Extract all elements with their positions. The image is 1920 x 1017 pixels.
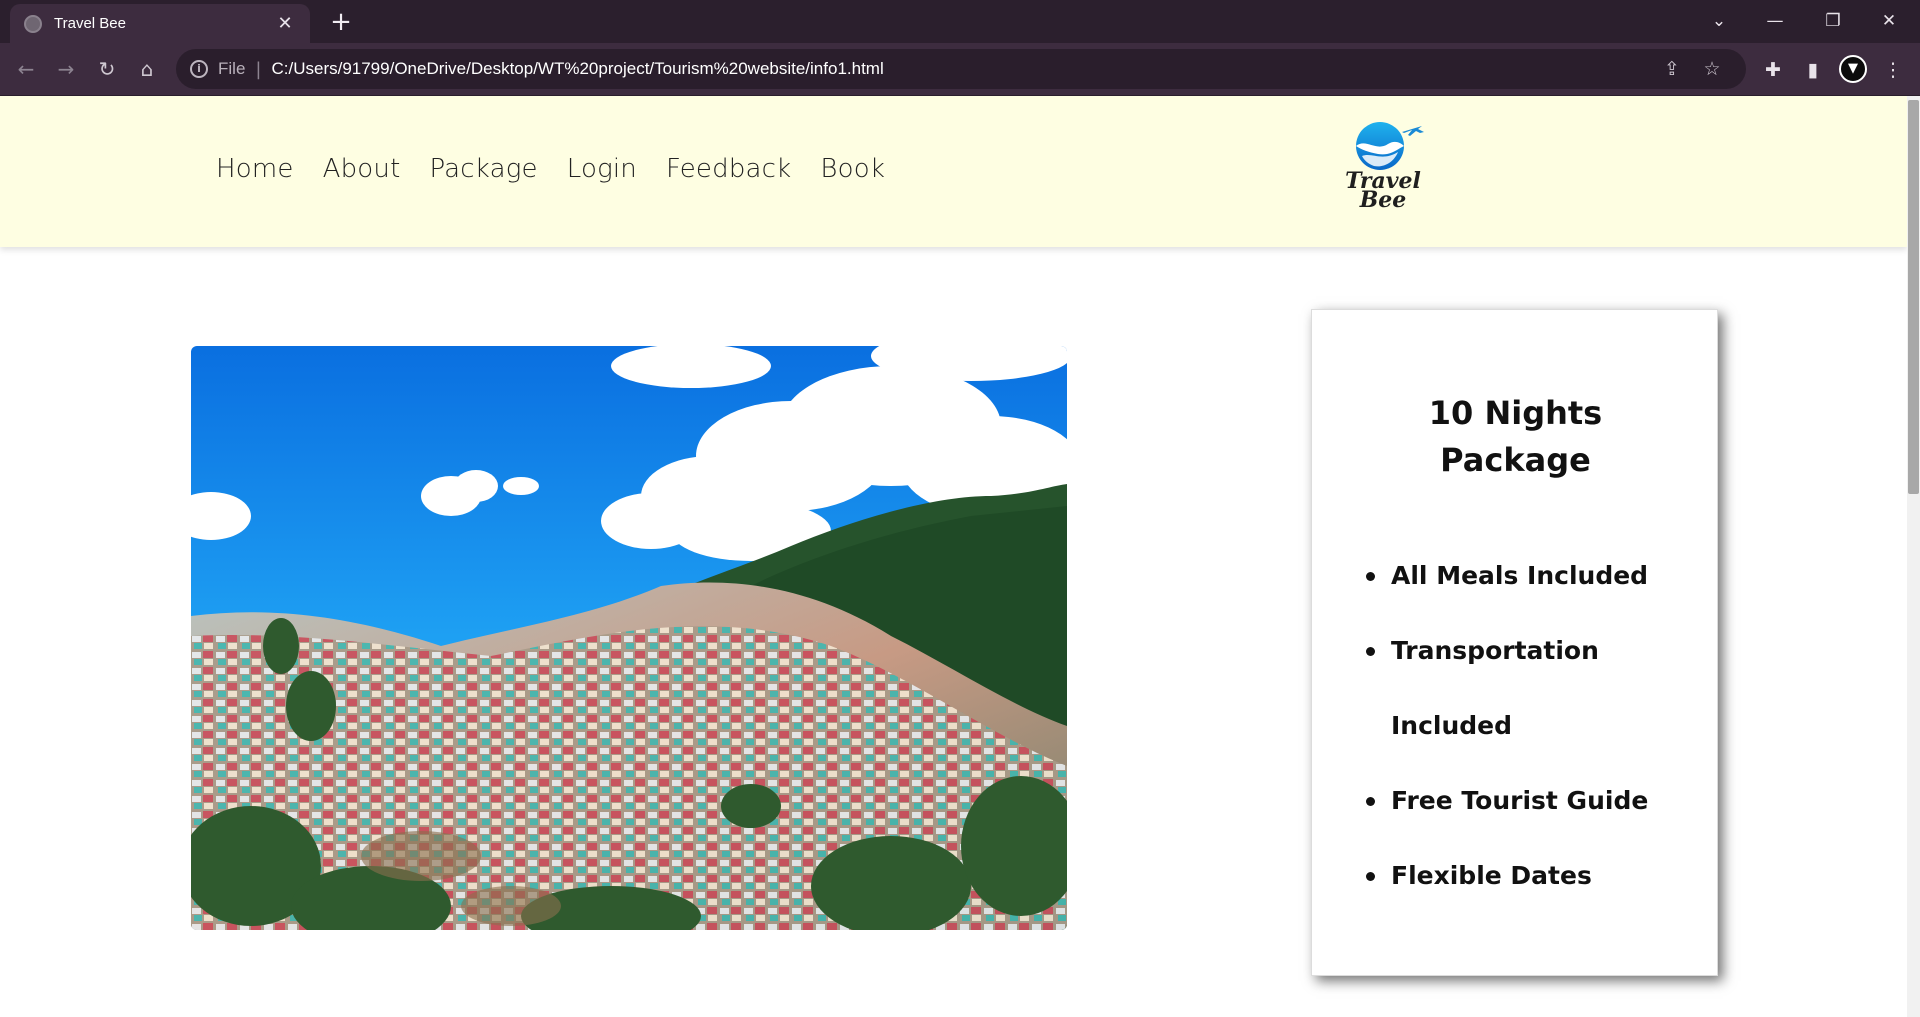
side-panel-icon[interactable]: ▮ (1796, 53, 1830, 87)
travel-bee-logo[interactable]: Travel Bee (1338, 120, 1428, 216)
nav-package[interactable]: Package (429, 154, 537, 184)
package-title-line-1: 10 Nights (1428, 394, 1603, 432)
browser-toolbar: ← → ↻ ⌂ i File | C:/Users/91799/OneDrive… (0, 43, 1920, 96)
feature-item: Transportation Included (1366, 613, 1696, 763)
address-separator: | (255, 58, 262, 80)
destination-photo (191, 346, 1067, 930)
package-card: 10 Nights Package All Meals Included Tra… (1311, 309, 1718, 976)
wave-globe-icon (1356, 122, 1424, 170)
scrollbar-thumb[interactable] (1908, 100, 1919, 494)
tab-search-icon[interactable]: ⌄ (1696, 4, 1742, 38)
forward-icon[interactable]: → (50, 53, 82, 85)
restore-icon[interactable]: ❐ (1810, 4, 1856, 38)
nav-login[interactable]: Login (567, 154, 637, 184)
bookmark-star-icon[interactable]: ☆ (1692, 58, 1732, 80)
menu-kebab-icon[interactable]: ⋮ (1876, 53, 1910, 87)
reload-icon[interactable]: ↻ (91, 53, 123, 85)
nav-home[interactable]: Home (216, 154, 294, 184)
back-icon[interactable]: ← (10, 53, 42, 85)
extensions-icon[interactable]: ✚ (1756, 53, 1790, 87)
package-title: 10 Nights Package (1312, 390, 1719, 484)
feature-item: Free Tourist Guide (1366, 763, 1696, 838)
info-icon[interactable]: i (190, 60, 208, 78)
page-scrollbar[interactable] (1907, 96, 1920, 1017)
new-tab-icon[interactable]: + (326, 8, 356, 36)
nav-about[interactable]: About (323, 154, 401, 184)
nav-book[interactable]: Book (820, 154, 885, 184)
package-title-line-2: Package (1440, 441, 1591, 479)
package-features: All Meals Included Transportation Includ… (1366, 538, 1696, 913)
home-icon[interactable]: ⌂ (131, 53, 163, 85)
scheme-label: File (218, 59, 246, 78)
tab-title: Travel Bee (54, 15, 126, 32)
browser-tab-bar: Travel Bee ✕ + ⌄ — ❐ ✕ (0, 0, 1920, 43)
logo-text: Travel Bee (1338, 170, 1428, 211)
browser-tab[interactable]: Travel Bee ✕ (10, 4, 310, 43)
site-header: Home About Package Login Feedback Book T… (0, 96, 1907, 247)
feature-item: All Meals Included (1366, 538, 1696, 613)
share-icon[interactable]: ⇪ (1652, 58, 1692, 80)
page-viewport: Home About Package Login Feedback Book T… (0, 96, 1920, 1017)
extension-avatar-icon[interactable]: ▼ (1839, 55, 1867, 83)
main-nav: Home About Package Login Feedback Book (216, 154, 885, 184)
minimize-icon[interactable]: — (1752, 4, 1798, 38)
url-text[interactable]: C:/Users/91799/OneDrive/Desktop/WT%20pro… (271, 59, 1652, 79)
nav-feedback[interactable]: Feedback (666, 154, 791, 184)
feature-item: Flexible Dates (1366, 838, 1696, 913)
address-bar[interactable]: i File | C:/Users/91799/OneDrive/Desktop… (176, 49, 1746, 89)
globe-icon (24, 14, 42, 33)
close-tab-icon[interactable]: ✕ (274, 13, 296, 34)
close-window-icon[interactable]: ✕ (1866, 4, 1912, 38)
